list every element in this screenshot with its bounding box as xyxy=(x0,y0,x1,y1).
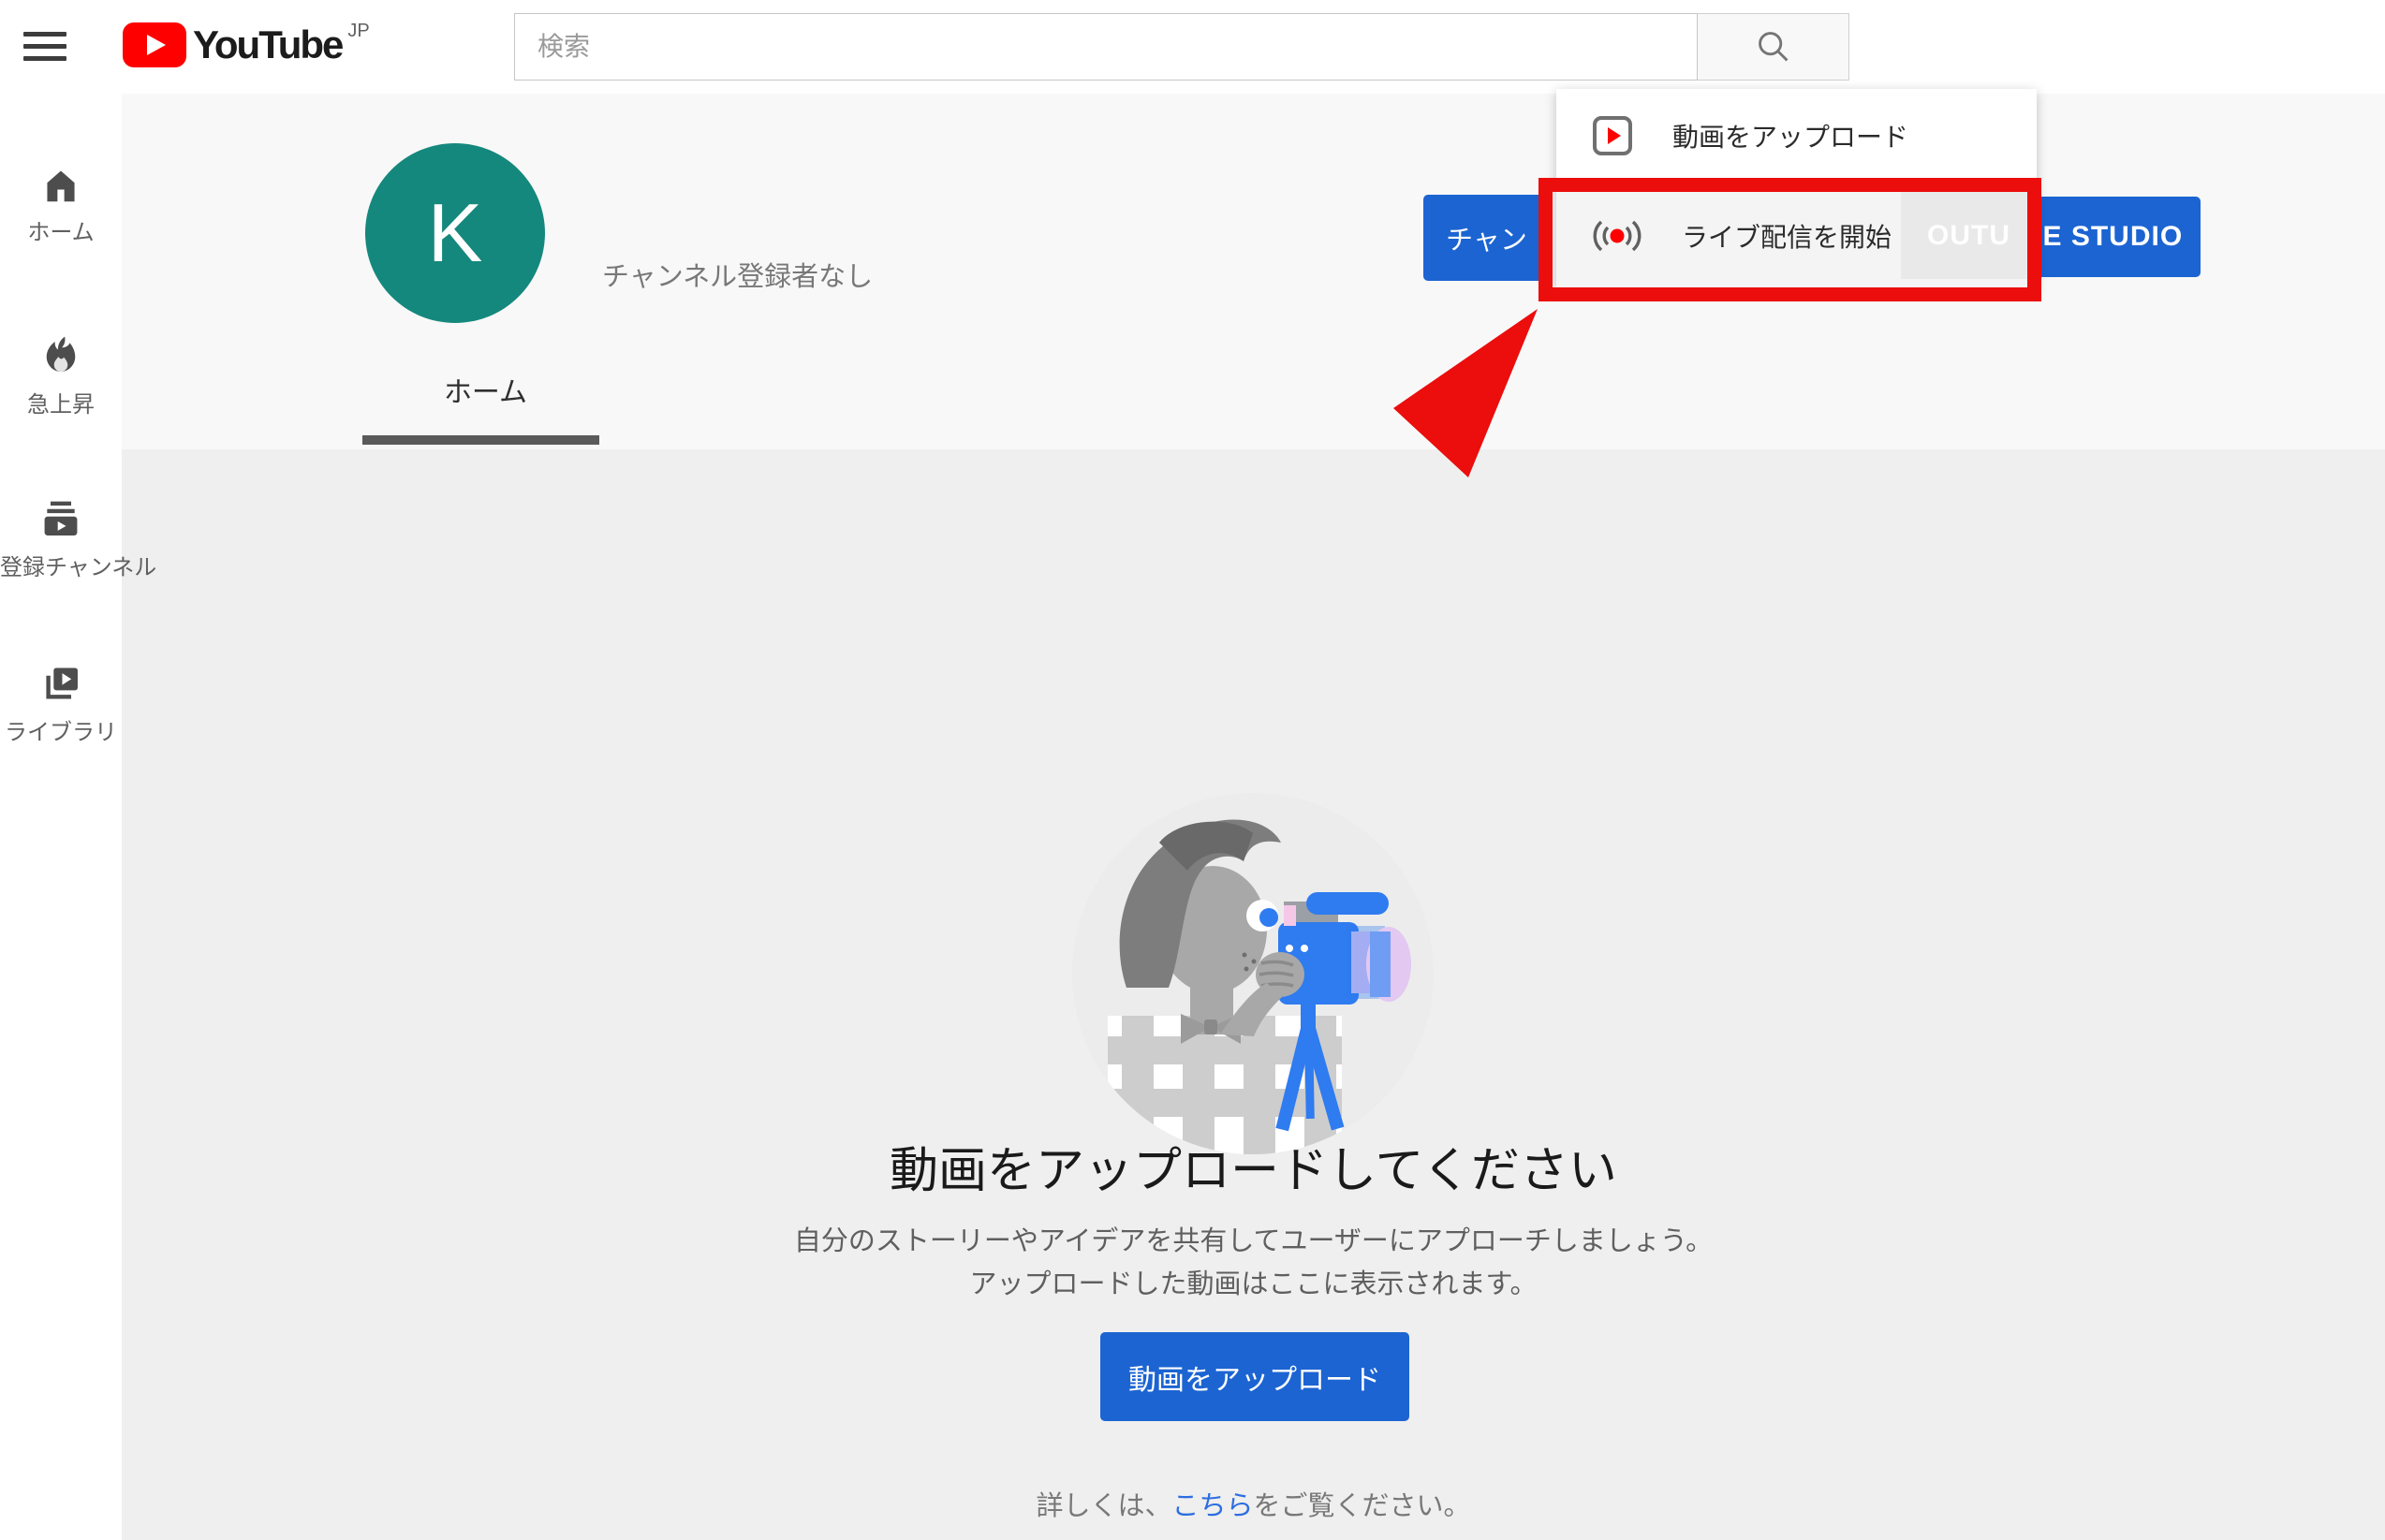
top-toolbar: YouTube JP xyxy=(0,0,2385,94)
learn-more-link[interactable]: こちら xyxy=(1171,1491,1253,1521)
upload-illustration xyxy=(1070,791,1435,1156)
learn-more-suffix: をご覧ください。 xyxy=(1254,1491,1471,1521)
library-icon xyxy=(39,663,82,704)
upload-video-button[interactable]: 動画をアップロード xyxy=(1100,1332,1409,1421)
search-button[interactable] xyxy=(1698,13,1849,81)
menu-item-label: 動画をアップロード xyxy=(1672,117,1908,154)
empty-state-title: 動画をアップロードしてください xyxy=(122,1131,2385,1201)
sidebar-item-library[interactable]: ライブラリ xyxy=(0,663,122,746)
upload-video-icon xyxy=(1592,115,1633,156)
sidebar-item-label: 急上昇 xyxy=(0,386,122,418)
empty-state-line2: アップロードした動画はここに表示されます。 xyxy=(122,1262,2385,1301)
customize-channel-button[interactable]: チャン xyxy=(1423,195,1550,281)
menu-hamburger-icon[interactable] xyxy=(23,24,68,69)
sidebar-item-home[interactable]: ホーム xyxy=(0,167,122,246)
guide-sidebar: ホーム 急上昇 登録チャンネル ライブラリ xyxy=(0,94,122,1540)
channel-home-empty-state: 動画をアップロードしてください 自分のストーリーやアイデアを共有してユーザーにア… xyxy=(122,449,2385,1540)
search-bar xyxy=(514,13,1849,81)
sidebar-item-label: ライブラリ xyxy=(0,713,122,746)
tab-home[interactable]: ホーム xyxy=(367,369,604,410)
empty-state-line1: 自分のストーリーやアイデアを共有してユーザーにアプローチしましょう。 xyxy=(122,1219,2385,1258)
subscriber-count: チャンネル登録者なし xyxy=(602,255,873,294)
upload-video-label: 動画をアップロード xyxy=(1128,1357,1381,1398)
search-icon xyxy=(1755,28,1792,66)
subscriptions-icon xyxy=(40,498,81,539)
sidebar-item-trending[interactable]: 急上昇 xyxy=(0,335,122,418)
menu-item-go-live[interactable]: OUTU ライブ配信を開始 xyxy=(1556,183,2037,288)
sidebar-item-label: ホーム xyxy=(0,213,122,246)
sidebar-item-subscriptions[interactable]: 登録チャンネル xyxy=(0,498,122,581)
channel-avatar-initial: K xyxy=(428,185,483,281)
go-live-icon xyxy=(1592,217,1642,255)
youtube-logo[interactable]: YouTube JP xyxy=(123,22,370,67)
menu-item-label: ライブ配信を開始 xyxy=(1682,217,1892,255)
channel-header: K チャンネル登録者なし ホーム チャン YOUTUBE STUDIO xyxy=(122,94,2385,449)
search-input[interactable] xyxy=(514,13,1698,81)
youtube-logo-text: YouTube xyxy=(193,22,342,67)
sidebar-item-label: 登録チャンネル xyxy=(0,549,122,581)
tab-active-underline xyxy=(362,435,599,445)
learn-more-note: 詳しくは、こちらをご覧ください。 xyxy=(122,1484,2385,1523)
home-icon xyxy=(40,167,81,204)
customize-channel-label: チャン xyxy=(1446,218,1527,257)
create-dropdown-menu: 動画をアップロード OUTU ライブ配信を開始 xyxy=(1556,89,2037,288)
fire-icon xyxy=(41,335,81,376)
learn-more-prefix: 詳しくは、 xyxy=(1036,1491,1171,1521)
logo-region-label: JP xyxy=(347,21,369,42)
youtube-play-icon xyxy=(123,22,186,67)
ghost-button-text: OUTU xyxy=(1901,192,2037,279)
menu-item-upload-video[interactable]: 動画をアップロード xyxy=(1556,89,2037,183)
channel-avatar[interactable]: K xyxy=(365,143,545,323)
